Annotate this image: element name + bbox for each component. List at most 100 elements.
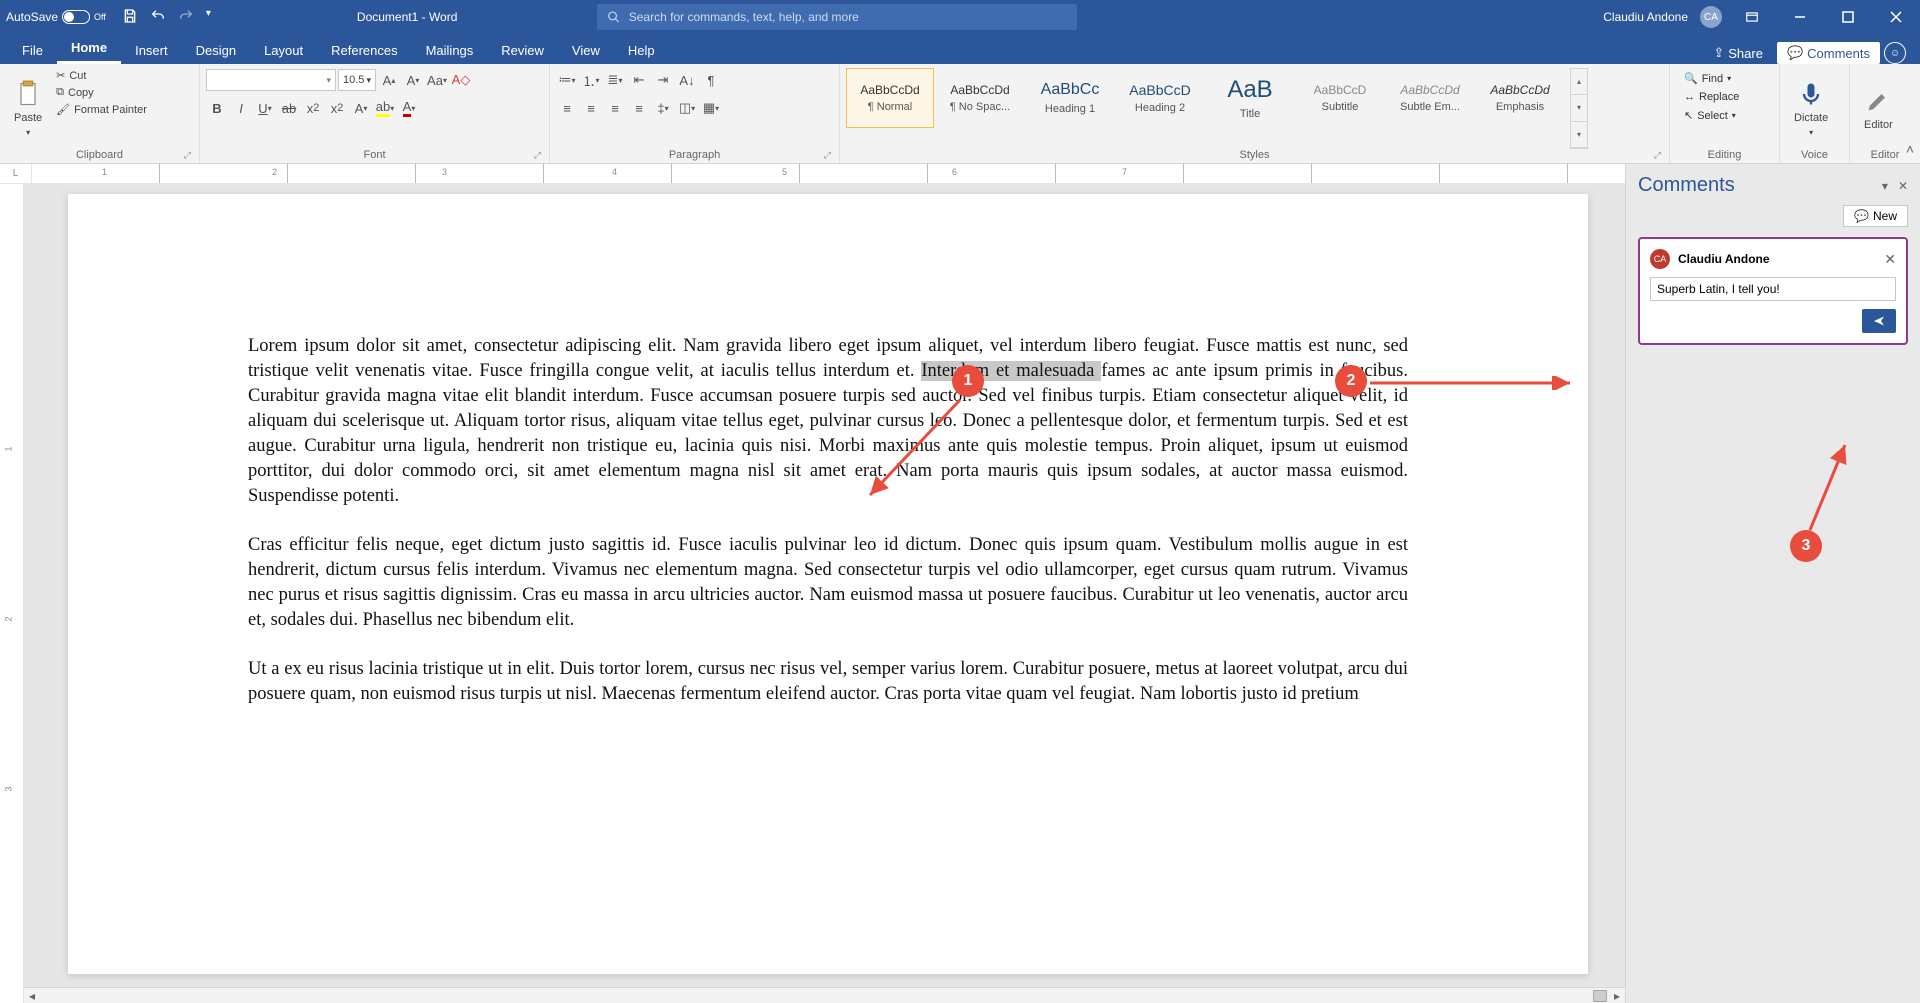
ribbon-display-icon[interactable] <box>1734 3 1770 31</box>
chevron-down-icon[interactable]: ▾ <box>1571 95 1587 121</box>
save-icon[interactable] <box>122 8 138 27</box>
pane-options-icon[interactable]: ▾ <box>1882 179 1888 193</box>
chevron-up-icon[interactable]: ▴ <box>1571 69 1587 95</box>
replace-button[interactable]: ↔Replace <box>1682 89 1741 105</box>
tab-layout[interactable]: Layout <box>250 37 317 64</box>
sort-button[interactable]: A↓ <box>676 69 698 91</box>
clipboard-launcher-icon[interactable]: ⤢ <box>184 150 191 161</box>
editor-button[interactable]: Editor <box>1856 68 1901 149</box>
tab-mailings[interactable]: Mailings <box>412 37 488 64</box>
styles-launcher-icon[interactable]: ⤢ <box>1654 150 1661 161</box>
paste-button[interactable]: Paste ▾ <box>6 68 50 149</box>
paragraph-2[interactable]: Cras efficitur felis neque, eget dictum … <box>248 533 1408 633</box>
bold-button[interactable]: B <box>206 97 228 119</box>
format-painter-button[interactable]: 🖌Format Painter <box>54 102 149 117</box>
strikethrough-button[interactable]: ab <box>278 97 300 119</box>
multilevel-button[interactable]: ≣▾ <box>604 69 626 91</box>
cut-button[interactable]: ✂Cut <box>54 68 149 83</box>
grow-font-button[interactable]: A▴ <box>378 69 400 91</box>
style-nospacing[interactable]: AaBbCcDd¶ No Spac... <box>936 68 1024 128</box>
align-center-button[interactable]: ≡ <box>580 97 602 119</box>
highlighted-text[interactable]: Interdum et malesuada <box>921 361 1101 381</box>
select-button[interactable]: ↖Select▾ <box>1682 107 1741 124</box>
style-subtle-emphasis[interactable]: AaBbCcDdSubtle Em... <box>1386 68 1474 128</box>
style-heading2[interactable]: AaBbCcDHeading 2 <box>1116 68 1204 128</box>
italic-button[interactable]: I <box>230 97 252 119</box>
undo-icon[interactable] <box>150 8 166 27</box>
tab-insert[interactable]: Insert <box>121 37 182 64</box>
increase-indent-button[interactable]: ⇥ <box>652 69 674 91</box>
style-subtitle[interactable]: AaBbCcDSubtitle <box>1296 68 1384 128</box>
tab-review[interactable]: Review <box>487 37 558 64</box>
more-icon[interactable]: ▾ <box>1571 122 1587 148</box>
comment-send-button[interactable] <box>1862 309 1896 333</box>
horizontal-scrollbar[interactable]: ◂ ▸ <box>24 987 1625 1003</box>
bullets-button[interactable]: ≔▾ <box>556 69 578 91</box>
show-marks-button[interactable]: ¶ <box>700 69 722 91</box>
maximize-button[interactable] <box>1830 3 1866 31</box>
tab-file[interactable]: File <box>8 37 57 64</box>
style-gallery-more[interactable]: ▴▾▾ <box>1570 68 1588 149</box>
search-box[interactable] <box>597 4 1077 30</box>
shrink-font-button[interactable]: A▾ <box>402 69 424 91</box>
new-comment-button[interactable]: 💬New <box>1843 205 1908 227</box>
align-right-button[interactable]: ≡ <box>604 97 626 119</box>
text-effects-button[interactable]: A▾ <box>350 97 372 119</box>
page-canvas[interactable]: Lorem ipsum dolor sit amet, consectetur … <box>24 184 1625 1003</box>
find-button[interactable]: 🔍Find▾ <box>1682 70 1741 87</box>
ribbon-tabs: File Home Insert Design Layout Reference… <box>0 34 1920 64</box>
vertical-ruler[interactable]: 1 2 3 <box>0 184 24 1003</box>
borders-button[interactable]: ▦▾ <box>700 97 722 119</box>
justify-button[interactable]: ≡ <box>628 97 650 119</box>
share-button[interactable]: ⇪Share <box>1703 42 1773 64</box>
tab-view[interactable]: View <box>558 37 614 64</box>
dictate-button[interactable]: Dictate▾ <box>1786 68 1836 149</box>
feedback-icon[interactable]: ☺ <box>1884 42 1906 64</box>
paragraph-launcher-icon[interactable]: ⤢ <box>824 150 831 161</box>
underline-button[interactable]: U▾ <box>254 97 276 119</box>
toggle-switch[interactable] <box>62 10 90 24</box>
tab-references[interactable]: References <box>317 37 411 64</box>
change-case-button[interactable]: Aa▾ <box>426 69 448 91</box>
tab-home[interactable]: Home <box>57 34 121 64</box>
decrease-indent-button[interactable]: ⇤ <box>628 69 650 91</box>
numbering-button[interactable]: ⒈▾ <box>580 69 602 91</box>
line-spacing-button[interactable]: ‡▾ <box>652 97 674 119</box>
scroll-thumb[interactable] <box>1593 990 1607 1002</box>
tab-help[interactable]: Help <box>614 37 669 64</box>
font-size-combo[interactable]: 10.5▾ <box>338 69 376 91</box>
comment-input[interactable] <box>1650 277 1896 301</box>
style-title[interactable]: AaBTitle <box>1206 68 1294 128</box>
subscript-button[interactable]: x2 <box>302 97 324 119</box>
shading-button[interactable]: ◫▾ <box>676 97 698 119</box>
close-button[interactable] <box>1878 3 1914 31</box>
user-name[interactable]: Claudiu Andone <box>1603 10 1688 24</box>
redo-icon[interactable] <box>178 8 194 27</box>
page[interactable]: Lorem ipsum dolor sit amet, consectetur … <box>68 194 1588 974</box>
user-avatar[interactable]: CA <box>1700 6 1722 28</box>
minimize-button[interactable] <box>1782 3 1818 31</box>
scroll-right-icon[interactable]: ▸ <box>1609 989 1625 1003</box>
style-heading1[interactable]: AaBbCcHeading 1 <box>1026 68 1114 128</box>
tab-design[interactable]: Design <box>182 37 250 64</box>
comment-close-icon[interactable]: ✕ <box>1884 251 1896 268</box>
paragraph-3[interactable]: Ut a ex eu risus lacinia tristique ut in… <box>248 657 1408 707</box>
collapse-ribbon-icon[interactable]: ˄ <box>1900 139 1920 159</box>
scroll-left-icon[interactable]: ◂ <box>24 989 40 1003</box>
font-family-combo[interactable]: ▾ <box>206 69 336 91</box>
search-input[interactable] <box>629 10 1068 24</box>
paragraph-1[interactable]: Lorem ipsum dolor sit amet, consectetur … <box>248 334 1408 509</box>
font-color-button[interactable]: A▾ <box>398 97 420 119</box>
autosave-toggle[interactable]: AutoSave Off <box>6 10 106 24</box>
copy-button[interactable]: ⧉Copy <box>54 85 149 100</box>
pane-close-icon[interactable]: ✕ <box>1898 179 1908 193</box>
comments-button[interactable]: 💬Comments <box>1777 42 1880 64</box>
style-normal[interactable]: AaBbCcDd¶ Normal <box>846 68 934 128</box>
align-left-button[interactable]: ≡ <box>556 97 578 119</box>
style-emphasis[interactable]: AaBbCcDdEmphasis <box>1476 68 1564 128</box>
highlight-button[interactable]: ab▾ <box>374 97 396 119</box>
qat-customize-icon[interactable]: ▾ <box>206 8 211 27</box>
font-launcher-icon[interactable]: ⤢ <box>534 150 541 161</box>
clear-formatting-button[interactable]: A◇ <box>450 69 472 91</box>
superscript-button[interactable]: x2 <box>326 97 348 119</box>
